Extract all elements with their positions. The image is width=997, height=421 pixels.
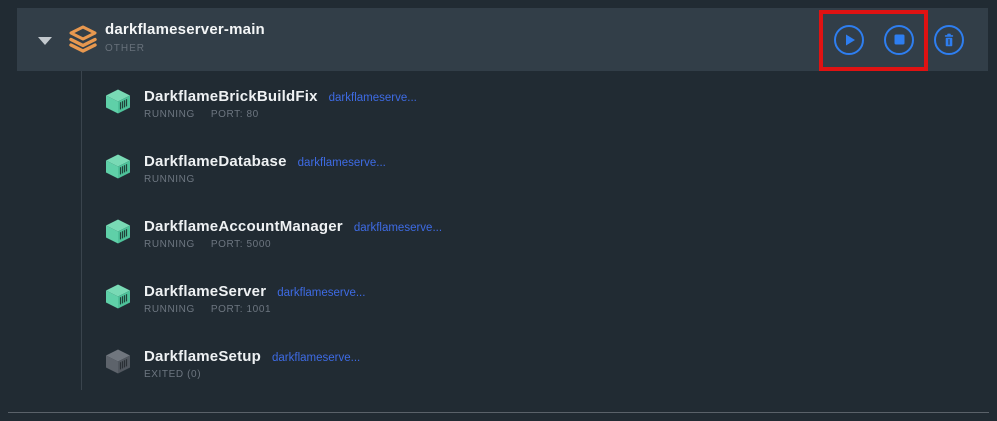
container-link[interactable]: darkflameserve... (277, 287, 365, 299)
container-status: RUNNING (144, 174, 195, 185)
container-row: DarkflameDatabase darkflameserve... RUNN… (0, 136, 997, 201)
stack-layers-icon (69, 25, 97, 58)
container-box-icon (105, 219, 131, 249)
start-button[interactable] (834, 25, 864, 55)
container-name: DarkflameBrickBuildFix (144, 88, 318, 106)
container-name: DarkflameServer (144, 283, 266, 301)
container-status: EXITED (0) (144, 369, 201, 380)
play-icon (843, 34, 856, 46)
stack-title-block: darkflameserver-main OTHER (105, 20, 265, 54)
container-box-icon (105, 89, 131, 119)
stack-header[interactable]: darkflameserver-main OTHER (17, 8, 988, 71)
container-port: PORT: 5000 (211, 239, 271, 250)
container-box-icon (105, 349, 131, 379)
trash-icon (942, 33, 956, 47)
container-name: DarkflameSetup (144, 348, 261, 366)
container-row: DarkflameSetup darkflameserve... EXITED … (0, 331, 997, 396)
stack-actions (834, 25, 964, 55)
container-text-block: DarkflameAccountManager darkflameserve..… (144, 218, 442, 250)
container-row: DarkflameBrickBuildFix darkflameserve...… (0, 71, 997, 136)
container-link[interactable]: darkflameserve... (272, 352, 360, 364)
container-name: DarkflameDatabase (144, 153, 287, 171)
container-text-block: DarkflameSetup darkflameserve... EXITED … (144, 348, 360, 380)
container-row: DarkflameAccountManager darkflameserve..… (0, 201, 997, 266)
container-status: RUNNING (144, 239, 195, 250)
container-text-block: DarkflameDatabase darkflameserve... RUNN… (144, 153, 386, 185)
container-status: RUNNING (144, 109, 195, 120)
container-link[interactable]: darkflameserve... (298, 157, 386, 169)
bottom-divider (8, 412, 989, 413)
container-link[interactable]: darkflameserve... (354, 222, 442, 234)
container-name: DarkflameAccountManager (144, 218, 343, 236)
container-list: DarkflameBrickBuildFix darkflameserve...… (0, 71, 997, 396)
container-row: DarkflameServer darkflameserve... RUNNIN… (0, 266, 997, 331)
stop-icon (894, 34, 905, 45)
container-port: PORT: 1001 (211, 304, 271, 315)
container-status: RUNNING (144, 304, 195, 315)
collapse-caret-icon[interactable] (38, 37, 52, 45)
delete-button[interactable] (934, 25, 964, 55)
stack-type-label: OTHER (105, 43, 265, 54)
container-text-block: DarkflameServer darkflameserve... RUNNIN… (144, 283, 365, 315)
stack-name: darkflameserver-main (105, 20, 265, 39)
container-link[interactable]: darkflameserve... (329, 92, 417, 104)
container-text-block: DarkflameBrickBuildFix darkflameserve...… (144, 88, 417, 120)
container-port: PORT: 80 (211, 109, 259, 120)
stop-button[interactable] (884, 25, 914, 55)
container-box-icon (105, 284, 131, 314)
container-box-icon (105, 154, 131, 184)
